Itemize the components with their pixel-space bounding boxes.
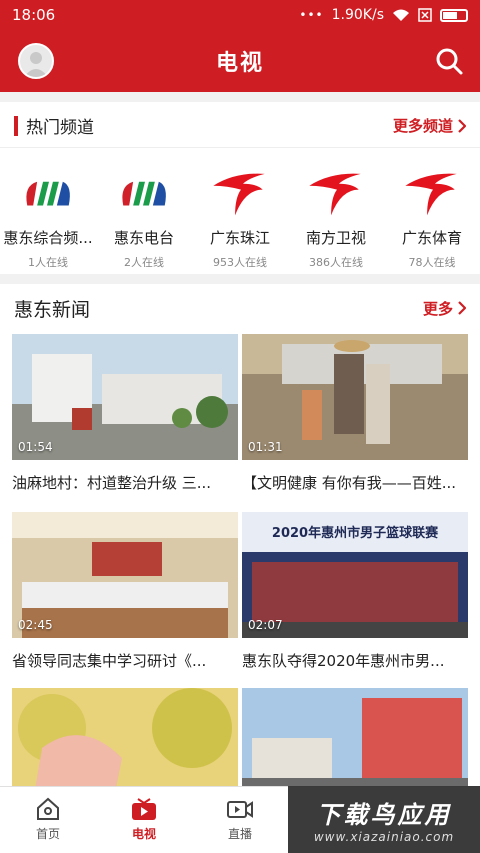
channel-name: 广东珠江 [209,229,270,248]
status-time: 18:06 [12,6,56,24]
tab-live-label: 直播 [227,827,252,841]
more-news-label: 更多 [422,299,453,318]
tab-home[interactable]: 首页 [0,787,96,853]
channel-name: 南方卫视 [305,229,366,248]
network-speed: 1.90K/s [331,7,384,23]
huidong-tv-logo [26,181,70,206]
online-count: 2人在线 [124,256,164,269]
channel-list: 惠东综合频... 1人在线 惠东电台 2人在线 广东珠江 953人在线 南方卫视… [0,160,480,270]
video-duration: 02:07 [248,618,283,632]
news-card[interactable]: 01:54 油麻地村：村道整治升级 三... [12,334,238,493]
news-header: 惠东新闻 更多 [0,286,480,330]
huidong-radio-logo [122,181,166,206]
channel-name: 惠东综合频... [3,229,93,248]
news-caption: 省领导同志集中学习研讨《... [12,652,207,670]
news-card[interactable]: 01:31 【文明健康 有你有我——百姓... [242,334,468,493]
online-count: 386人在线 [309,256,363,269]
status-bar: 18:06 ••• 1.90K/s [0,0,480,30]
more-channels-label: 更多频道 [392,117,453,135]
chevron-right-icon [458,118,466,133]
divider-band [0,92,480,102]
battery-icon [440,8,468,22]
guangdong-tv-logo [309,173,361,216]
online-count: 78人在线 [408,256,456,269]
watermark: 下载鸟应用 www.xiazainiao.com [288,786,480,853]
channel-item[interactable]: 南方卫视 386人在线 [288,160,384,270]
search-icon[interactable] [434,46,464,76]
wifi-icon [393,9,409,21]
channel-name: 广东体育 [401,229,462,248]
channel-item[interactable]: 惠东电台 2人在线 [96,160,192,270]
video-duration: 02:45 [18,618,53,632]
home-icon [37,797,59,820]
online-count: 953人在线 [213,256,267,269]
video-thumbnail: 01:31 [242,334,468,460]
sim-icon [418,8,432,22]
news-caption: 惠东队夺得2020年惠州市男... [242,652,445,670]
video-thumbnail: 02:45 [12,512,238,638]
video-duration: 01:54 [18,440,53,454]
tv-icon [132,798,156,820]
divider-band [0,274,480,284]
tab-tv-label: 电视 [131,827,156,841]
online-count: 1人在线 [28,256,68,269]
status-indicators: ••• 1.90K/s [299,7,468,23]
tab-home-label: 首页 [35,827,60,841]
news-title: 惠东新闻 [14,298,91,321]
status-dots: ••• [299,8,324,22]
channel-name: 惠东电台 [113,229,174,248]
news-card[interactable]: 2020年惠州市男子篮球联赛 02:07 惠东队夺得2020年惠州市男... [242,512,468,671]
news-caption: 【文明健康 有你有我——百姓... [242,474,457,492]
user-icon [24,52,48,77]
more-news-link[interactable]: 更多 [423,298,466,319]
channel-item[interactable]: 惠东综合频... 1人在线 [0,160,96,270]
hot-channels-header: 热门频道 更多频道 [0,104,480,148]
video-thumbnail: 2020年惠州市男子篮球联赛 02:07 [242,512,468,638]
tab-live[interactable]: 直播 [192,787,288,853]
section-marker [14,115,18,136]
channel-item[interactable]: 广东珠江 953人在线 [192,160,288,270]
live-camera-icon [227,801,253,818]
page-title: 电视 [215,51,264,76]
channel-item[interactable]: 广东体育 78人在线 [384,160,480,270]
tab-tv[interactable]: 电视 [96,787,192,853]
news-card[interactable]: 02:45 省领导同志集中学习研讨《... [12,512,238,671]
guangdong-tv-logo [405,173,457,216]
guangdong-tv-logo [213,173,265,216]
chevron-right-icon [458,301,466,315]
news-caption: 油麻地村：村道整治升级 三... [12,474,212,492]
watermark-main: 下载鸟应用 [316,801,452,829]
avatar[interactable] [18,43,54,79]
hot-channels-title: 热门频道 [26,118,94,138]
video-duration: 01:31 [248,440,283,454]
watermark-url: www.xiazainiao.com [313,830,455,844]
thumbnail-overlay-text: 2020年惠州市男子篮球联赛 [271,526,439,541]
nav-bar: 电视 [0,30,480,92]
more-channels-link[interactable]: 更多频道 [393,115,466,136]
video-thumbnail: 01:54 [12,334,238,460]
